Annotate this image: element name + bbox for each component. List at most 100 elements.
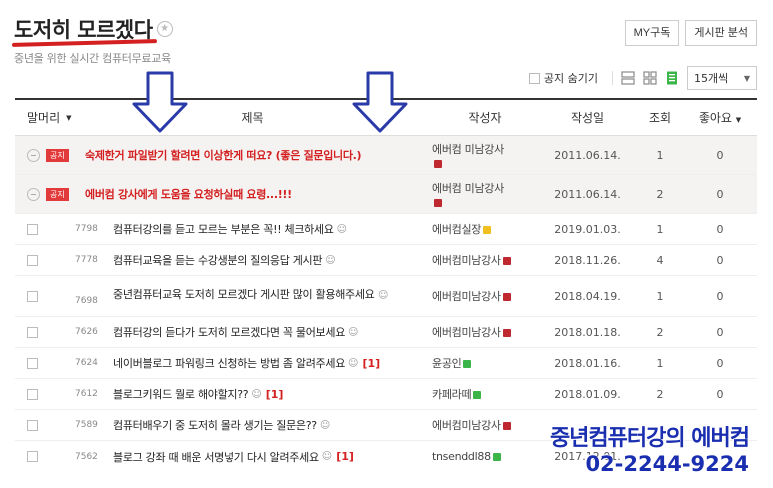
row-checkbox[interactable]: [27, 290, 38, 302]
post-author[interactable]: 에버컴미남강사: [432, 290, 501, 303]
row-checkbox[interactable]: [27, 326, 38, 338]
post-author[interactable]: 윤공인: [432, 357, 462, 370]
post-title[interactable]: 중년컴퓨터교육 도저히 모르겠다 게시판 많이 활용해주세요: [113, 288, 375, 301]
notice-title[interactable]: 숙제한거 파일받기 할려면 이상한게 떠요? (좋은 질문입니다.): [85, 147, 362, 163]
notice-badge: 공지: [46, 187, 69, 201]
row-checkbox[interactable]: [27, 419, 38, 431]
watermark-phone: 02-2244-9224: [585, 452, 749, 476]
table-row[interactable]: 7778 컴퓨터교육을 듣는 수강생분의 질의응답 게시판 ☺ 에버컴미남강사 …: [15, 245, 757, 276]
post-views: 1: [656, 289, 664, 303]
hide-notice-label: 공지 숨기기: [543, 72, 598, 85]
post-date: 2011.06.14.: [554, 148, 621, 162]
post-title[interactable]: 블로그 강좌 때 배운 서명넣기 다시 알려주세요: [113, 449, 319, 465]
post-number: 7562: [75, 451, 98, 462]
post-date: 2018.01.09.: [554, 387, 621, 401]
post-number: 7698: [75, 295, 98, 306]
post-views: 4: [656, 253, 664, 267]
post-author[interactable]: tnsenddl88: [432, 450, 491, 463]
table-row[interactable]: 7624 네이버블로그 파워링크 신청하는 방법 좀 알려주세요 ☺ [1] 윤…: [15, 348, 757, 379]
post-views: 2: [656, 387, 664, 401]
column-date: 작성일: [570, 111, 605, 125]
notice-row[interactable]: 공지 숙제한거 파일받기 할려면 이상한게 떠요? (좋은 질문입니다.) 에버…: [15, 136, 757, 175]
board-subtitle: 중년을 위한 실시간 컴퓨터무료교육: [14, 52, 171, 65]
top-buttons: MY구독 게시판 분석: [624, 20, 757, 46]
per-page-select[interactable]: 15개씩 ▼: [687, 66, 757, 90]
post-author[interactable]: 카페라떼: [432, 388, 472, 401]
table-row[interactable]: 7612 블로그키워드 뭘로 해야할지?? ☺ [1] 카페라떼 2018.01…: [15, 379, 757, 410]
watermark: 중년컴퓨터강의 에버컴 02-2244-9224: [550, 420, 750, 476]
column-likes[interactable]: 좋아요 ▼: [685, 109, 755, 126]
my-subscribe-button[interactable]: MY구독: [624, 20, 680, 46]
post-title[interactable]: 컴퓨터강의 듣다가 도저히 모르겠다면 꼭 물어보세요: [113, 324, 345, 340]
post-title[interactable]: 컴퓨터강의를 듣고 모르는 부분은 꼭!! 체크하세요: [113, 221, 334, 237]
post-title[interactable]: 블로그키워드 뭘로 해야할지??: [113, 386, 249, 402]
post-number: 7626: [75, 327, 98, 337]
down-arrow-icon: [132, 71, 188, 133]
author-level-icon: [463, 360, 472, 368]
post-date: 2018.04.19.: [554, 289, 621, 303]
author-level-icon: [434, 198, 442, 207]
caret-down-icon: ▼: [66, 113, 72, 122]
post-likes: 0: [716, 325, 724, 339]
post-views: 2: [656, 325, 664, 339]
post-number: 7589: [75, 420, 98, 430]
notice-title[interactable]: 에버컴 강사에게 도움을 요청하실때 요령...!!!: [85, 186, 292, 202]
list-toolbar: 공지 숨기기 15개씩 ▼: [528, 66, 757, 90]
comment-count[interactable]: [1]: [362, 357, 380, 370]
post-date: 2018.01.18.: [554, 325, 621, 339]
author-level-icon: [502, 422, 511, 430]
comment-count[interactable]: [1]: [266, 388, 284, 401]
notice-badge: 공지: [46, 148, 69, 162]
post-title[interactable]: 네이버블로그 파워링크 신청하는 방법 좀 알려주세요: [113, 355, 345, 371]
post-author[interactable]: 에버컴미남강사: [432, 254, 501, 267]
post-likes: 0: [716, 148, 724, 162]
star-icon[interactable]: ★: [156, 21, 173, 37]
table-row[interactable]: 7798 컴퓨터강의를 듣고 모르는 부분은 꼭!! 체크하세요 ☺ 에버컴실장…: [15, 214, 757, 245]
row-checkbox[interactable]: [27, 451, 38, 462]
post-number: 7778: [75, 255, 98, 265]
row-checkbox[interactable]: [27, 223, 38, 235]
post-author[interactable]: 에버컴 미남강사: [432, 143, 504, 156]
post-views: 1: [656, 222, 664, 236]
post-author[interactable]: 에버컴미남강사: [432, 419, 501, 432]
table-row[interactable]: 7698 중년컴퓨터교육 도저히 모르겠다 게시판 많이 활용해주세요 ☺ 에버…: [15, 276, 757, 317]
post-likes: 0: [716, 222, 724, 236]
board-analysis-button[interactable]: 게시판 분석: [685, 20, 757, 46]
column-head[interactable]: 말머리 ▼: [15, 109, 75, 126]
comment-count[interactable]: [1]: [336, 450, 354, 463]
list-view-icon[interactable]: [621, 71, 635, 85]
smile-icon: ☺: [336, 223, 348, 235]
toolbar-divider: [612, 71, 613, 85]
post-likes: 0: [716, 356, 724, 370]
post-title[interactable]: 컴퓨터배우기 중 도저히 몰라 생기는 질문은??: [113, 417, 317, 433]
author-level-icon: [434, 159, 442, 168]
caret-down-icon: ▼: [735, 116, 742, 124]
author-level-icon: [473, 391, 482, 399]
post-number: 7798: [75, 224, 98, 234]
row-checkbox[interactable]: [27, 357, 38, 369]
text-view-icon[interactable]: [665, 71, 679, 85]
post-number: 7624: [75, 358, 98, 368]
notice-row[interactable]: 공지 에버컴 강사에게 도움을 요청하실때 요령...!!! 에버컴 미남강사 …: [15, 175, 757, 214]
smile-icon: ☺: [348, 357, 359, 369]
author-level-icon: [502, 329, 511, 337]
post-likes: 0: [716, 187, 724, 201]
hide-notice-toggle[interactable]: 공지 숨기기: [528, 70, 598, 86]
row-checkbox[interactable]: [27, 254, 38, 266]
grid-view-icon[interactable]: [643, 71, 657, 85]
post-author[interactable]: 에버컴미남강사: [432, 326, 501, 339]
smile-icon: ☺: [325, 254, 336, 266]
hide-notice-checkbox[interactable]: [528, 72, 540, 84]
down-arrow-icon: [352, 71, 408, 133]
post-author[interactable]: 에버컴 미남강사: [432, 182, 504, 195]
post-likes: 0: [716, 253, 724, 267]
row-checkbox[interactable]: [27, 388, 38, 400]
post-views: 2: [656, 187, 664, 201]
column-author: 작성자: [468, 111, 502, 125]
smile-icon: ☺: [251, 388, 262, 400]
post-title[interactable]: 컴퓨터교육을 듣는 수강생분의 질의응답 게시판: [113, 252, 322, 268]
table-row[interactable]: 7626 컴퓨터강의 듣다가 도저히 모르겠다면 꼭 물어보세요 ☺ 에버컴미남…: [15, 317, 757, 348]
post-date: 2011.06.14.: [554, 187, 621, 201]
post-author[interactable]: 에버컴실장: [432, 223, 481, 236]
author-level-icon: [492, 453, 501, 461]
